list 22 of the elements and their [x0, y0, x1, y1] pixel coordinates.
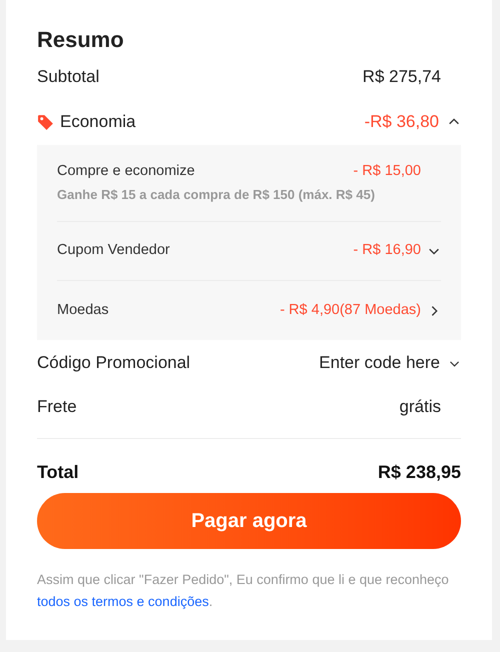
discount-value: - R$ 4,90(87 Moedas) [280, 300, 421, 320]
discount-note: Ganhe R$ 15 a cada compra de R$ 150 (máx. R$ 45) [57, 186, 376, 204]
discount-label: Cupom Vendedor [57, 241, 171, 260]
promo-code-label: Código Promocional [37, 352, 192, 374]
shipping-label: Frete [37, 396, 77, 418]
savings-value: -R$ 36,80 [364, 111, 439, 134]
subtotal-value: R$ 275,74 [362, 66, 441, 88]
subtotal-label: Subtotal [37, 66, 100, 88]
savings-label: Economia [60, 111, 137, 134]
shipping-value: grátis [399, 396, 441, 418]
total-label: Total [37, 460, 79, 484]
summary-title: Resumo [37, 26, 125, 54]
discount-value: - R$ 16,90 [353, 241, 421, 260]
promo-code-dropdown[interactable]: Enter code here [319, 350, 461, 376]
disclaimer-text: Assim que clicar "Fazer Pedido", Eu confirmo que li e que reconheço todos os termos e condições. [37, 571, 450, 611]
terms-link[interactable]: todos os termos e condições [37, 594, 209, 609]
tag-icon [37, 114, 54, 130]
total-value: R$ 238,95 [378, 460, 461, 484]
discount-value: - R$ 15,00 [353, 162, 421, 181]
discount-label: Compre e economize [57, 162, 196, 181]
pay-now-button[interactable]: Pagar agora [37, 493, 461, 549]
discount-label: Moedas [57, 300, 110, 320]
